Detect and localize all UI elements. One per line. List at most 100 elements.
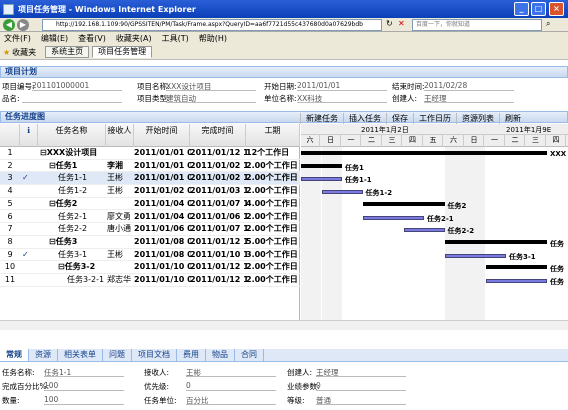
bar-label: 任务2-1 xyxy=(427,214,454,223)
horizontal-scrollbar[interactable] xyxy=(0,320,568,330)
name-field[interactable]: XXX设计项目 xyxy=(166,81,256,91)
task-bar[interactable] xyxy=(301,177,342,182)
summary-bar[interactable] xyxy=(301,151,547,155)
type-field[interactable]: 建筑自动 xyxy=(166,93,256,103)
start-field[interactable]: 2011/01/01 xyxy=(297,81,387,91)
insert-task-button[interactable]: 插入任务 xyxy=(343,113,386,124)
table-row[interactable]: 11 任务3-2-1郑志华2011/01/10 08:002011/01/12 1… xyxy=(0,274,300,287)
summary-bar[interactable] xyxy=(301,163,342,168)
receiver-field[interactable]: 王彬 xyxy=(186,367,276,377)
task-bar[interactable] xyxy=(362,215,424,220)
menu-help[interactable]: 帮助(H) xyxy=(199,33,227,44)
unit-field[interactable]: XX科技 xyxy=(297,93,387,103)
maximize-button[interactable]: □ xyxy=(531,2,546,16)
summary-bar[interactable] xyxy=(362,201,445,206)
task-start: 2011/01/01 08:00 xyxy=(134,173,191,183)
task-creator-field[interactable]: 王经理 xyxy=(316,367,406,377)
creator-field[interactable]: 王经理 xyxy=(424,93,514,103)
tab-costs[interactable]: 费用 xyxy=(177,349,206,361)
tab-documents[interactable]: 项目文档 xyxy=(132,349,177,361)
new-task-button[interactable]: 新建任务 xyxy=(300,113,343,124)
code-field[interactable]: 201101000001 xyxy=(32,81,122,91)
table-row[interactable]: 3 ✓ 任务1-1 王彬 2011/01/01 08:002011/01/02 18:0… xyxy=(0,172,300,186)
task-name: 任务2-1 xyxy=(58,211,88,221)
tab-forms[interactable]: 相关表单 xyxy=(58,349,103,361)
task-name-field[interactable]: 任务1-1 xyxy=(44,367,124,377)
row-id: 8 xyxy=(7,236,13,246)
task-name: 任务3-2-1 xyxy=(67,275,105,284)
search-icon[interactable]: ⌕ xyxy=(546,19,550,29)
performance-label: 业绩参数: xyxy=(287,382,320,391)
task-work: 2.00个工作日 xyxy=(246,173,298,183)
summary-bar[interactable] xyxy=(485,265,547,270)
menu-edit[interactable]: 编辑(E) xyxy=(41,33,68,44)
forward-icon[interactable]: ▶ xyxy=(17,19,29,31)
table-row[interactable]: 9 ✓ 任务3-1 王彬 2011/01/08 08:002011/01/10 18:0… xyxy=(0,249,300,262)
menu-view[interactable]: 查看(V) xyxy=(78,33,106,44)
gantt-week-header: 2011年1月2日 2011年1月9E xyxy=(301,124,568,135)
favorites-button[interactable]: 收藏夹 xyxy=(12,47,36,58)
header-person[interactable]: 接收人 xyxy=(106,124,134,147)
header-id xyxy=(0,124,20,147)
table-row[interactable]: 8 ⊟任务3 2011/01/08 08:002011/01/12 18:005.0… xyxy=(0,236,300,249)
calendar-button[interactable]: 工作日历 xyxy=(413,113,456,124)
product-label: 品名: xyxy=(2,94,20,103)
back-icon[interactable]: ◀ xyxy=(3,19,15,31)
tab-items[interactable]: 物品 xyxy=(206,349,235,361)
tab-contracts[interactable]: 合同 xyxy=(235,349,264,361)
day-cell: 二 xyxy=(363,135,382,147)
minimize-button[interactable]: _ xyxy=(514,2,529,16)
resource-list-button[interactable]: 资源列表 xyxy=(456,113,499,124)
tab-system-home[interactable]: 系统主页 xyxy=(45,46,90,58)
task-bar[interactable] xyxy=(444,253,506,258)
performance-field[interactable]: 0 xyxy=(316,381,406,391)
summary-bar[interactable] xyxy=(444,239,547,244)
tab-project-task[interactable]: 项目任务管理 xyxy=(92,46,153,58)
day-cell: 一 xyxy=(342,135,361,147)
search-input[interactable]: 百度一下，你就知道 xyxy=(412,19,542,31)
table-row[interactable]: 1 ⊟XXX设计项目 2011/01/01 08:002011/01/12 18:0… xyxy=(0,147,300,160)
end-field[interactable]: 2011/02/28 xyxy=(424,81,514,91)
tab-resources[interactable]: 资源 xyxy=(29,349,58,361)
task-start: 2011/01/08 08:00 xyxy=(134,249,191,259)
percent-field[interactable]: 100 xyxy=(44,381,124,391)
save-button[interactable]: 保存 xyxy=(386,113,413,124)
priority-field[interactable]: 0 xyxy=(186,381,276,391)
refresh-button[interactable]: 刷新 xyxy=(499,113,526,124)
refresh-icon[interactable]: ↻ xyxy=(386,19,393,28)
table-row[interactable]: 10 ⊟任务3-2 2011/01/10 08:002011/01/12 18:00… xyxy=(0,261,300,274)
table-row[interactable]: 4 任务1-2 王彬 2011/01/02 08:002011/01/03 18:00… xyxy=(0,185,300,198)
header-name[interactable]: 任务名称 xyxy=(38,124,106,147)
task-work: 12个工作日 xyxy=(246,148,290,157)
table-row[interactable]: 6 任务2-1 廖文勇2011/01/04 08:002011/01/06 18:0… xyxy=(0,211,300,224)
product-field[interactable] xyxy=(22,93,122,103)
task-bar[interactable] xyxy=(485,279,547,283)
tab-issues[interactable]: 问题 xyxy=(103,349,132,361)
task-unit-field[interactable]: 百分比 xyxy=(186,395,276,405)
gantt-day-header: 六日一二三四五六日一二三四 xyxy=(301,135,568,147)
url-input[interactable]: http://192.168.1.109:90/GPSSITEN/PM/Task… xyxy=(42,19,382,31)
header-work[interactable]: 工期 xyxy=(246,124,300,147)
task-work: 2.00个工作日 xyxy=(246,275,298,284)
menu-file[interactable]: 文件(F) xyxy=(4,33,31,44)
bar-label: 任务1-1 xyxy=(345,176,372,185)
task-bar[interactable] xyxy=(321,190,363,195)
tab-general[interactable]: 常规 xyxy=(0,349,29,361)
close-button[interactable]: × xyxy=(549,2,564,16)
menu-favorites[interactable]: 收藏夹(A) xyxy=(116,33,152,44)
table-row[interactable]: 5 ⊟任务2 2011/01/04 08:002011/01/07 18:004.0… xyxy=(0,198,300,211)
level-field[interactable]: 普通 xyxy=(316,395,406,405)
table-row[interactable]: 7 任务2-2 唐小通2011/01/06 08:002011/01/07 18:0… xyxy=(0,223,300,236)
task-person: 王彬 xyxy=(107,173,123,183)
table-row[interactable]: 2 ⊟任务1 李湘 2011/01/01 08:002011/01/02 18:002… xyxy=(0,160,300,173)
task-person: 唐小通 xyxy=(107,224,131,234)
quantity-field[interactable]: 100 xyxy=(44,395,124,405)
header-end[interactable]: 完成时间 xyxy=(190,124,246,147)
header-start[interactable]: 开始时间 xyxy=(134,124,190,147)
menu-tools[interactable]: 工具(T) xyxy=(162,33,189,44)
task-name: 任务1-1 xyxy=(58,173,88,183)
day-cell: 三 xyxy=(527,135,546,147)
stop-icon[interactable]: ✕ xyxy=(398,19,405,28)
task-bar[interactable] xyxy=(403,228,445,233)
task-start: 2011/01/10 08:00 xyxy=(134,262,191,272)
